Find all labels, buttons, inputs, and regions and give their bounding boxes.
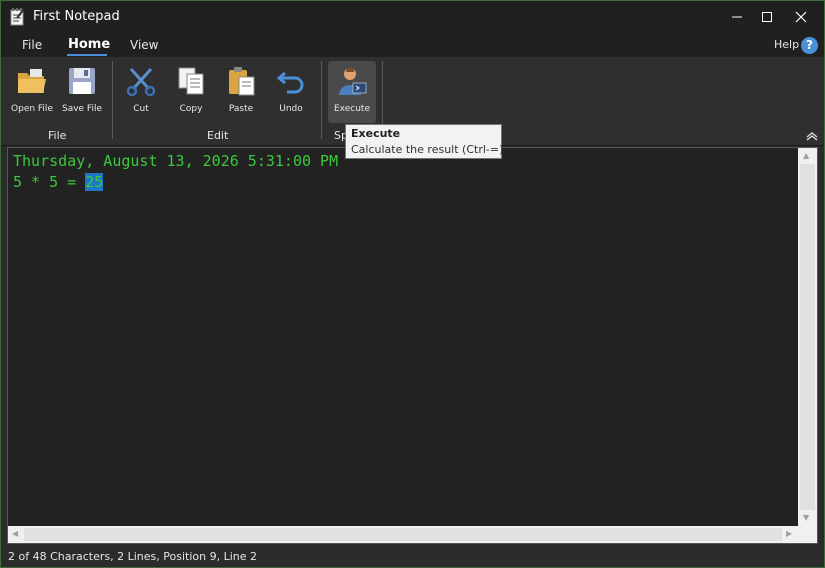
scissors-icon: [126, 67, 156, 97]
minimize-button[interactable]: [720, 1, 754, 33]
scroll-up-icon[interactable]: ▲: [803, 152, 809, 160]
horizontal-scroll-thumb[interactable]: [24, 528, 782, 541]
undo-button[interactable]: Undo: [267, 61, 315, 123]
scrollbar-corner: [798, 526, 817, 543]
status-text: 2 of 48 Characters, 2 Lines, Position 9,…: [8, 550, 257, 563]
scroll-down-icon[interactable]: ▼: [803, 514, 809, 522]
tab-file[interactable]: File: [22, 38, 42, 52]
undo-icon: [276, 71, 304, 94]
selected-text: 25: [85, 173, 104, 191]
maximize-icon: [762, 12, 772, 22]
minimize-icon: [732, 16, 742, 18]
vertical-scrollbar[interactable]: ▲ ▼: [798, 148, 817, 526]
active-tab-indicator: [67, 54, 107, 56]
horizontal-scrollbar[interactable]: ◀ ▶: [8, 526, 798, 543]
paste-button[interactable]: Paste: [217, 61, 265, 123]
save-file-label: Save File: [61, 104, 102, 114]
copy-button[interactable]: Copy: [167, 61, 215, 123]
scroll-left-icon[interactable]: ◀: [12, 530, 18, 538]
editor-line-2-text: 5 * 5 =: [13, 173, 86, 191]
ribbon-separator: [112, 61, 113, 139]
folder-open-icon: [18, 69, 46, 93]
editor-line-2: 5 * 5 = 25: [13, 172, 793, 193]
help-icon[interactable]: ?: [801, 37, 818, 54]
title-bar[interactable]: First Notepad: [1, 1, 824, 33]
tab-home[interactable]: Home: [68, 37, 110, 52]
execute-button[interactable]: Execute: [328, 61, 376, 123]
window-title: First Notepad: [33, 9, 120, 24]
editor-frame: Thursday, August 13, 2026 5:31:00 PM 5 *…: [7, 147, 818, 544]
notepad-icon: [10, 8, 25, 26]
open-file-button[interactable]: Open File: [8, 61, 56, 123]
maximize-button[interactable]: [750, 1, 784, 33]
undo-label: Undo: [279, 104, 303, 114]
execute-tooltip: Execute Calculate the result (Ctrl-=): [345, 124, 504, 159]
ribbon-separator: [321, 61, 322, 139]
group-label-file: File: [48, 129, 67, 142]
app-window: First Notepad File Home View Help ? Open…: [0, 0, 825, 568]
copy-icon: [178, 67, 204, 95]
group-label-edit: Edit: [207, 129, 229, 142]
chevron-up-icon[interactable]: [806, 131, 818, 141]
cut-button[interactable]: Cut: [117, 61, 165, 123]
clipboard-icon: [229, 67, 255, 96]
help-link[interactable]: Help: [774, 38, 799, 51]
user-terminal-icon: [339, 67, 367, 95]
scroll-right-icon[interactable]: ▶: [786, 530, 792, 538]
save-icon: [69, 68, 95, 94]
save-file-button[interactable]: Save File: [58, 61, 106, 123]
tooltip-title: Execute: [351, 127, 401, 140]
ribbon-tabs: File Home View Help ?: [1, 33, 824, 57]
execute-label: Execute: [334, 104, 370, 114]
tab-view[interactable]: View: [130, 38, 158, 52]
close-button[interactable]: [784, 1, 818, 33]
tooltip-description: Calculate the result (Ctrl-=): [351, 143, 504, 156]
close-icon: [795, 11, 807, 23]
status-bar: 2 of 48 Characters, 2 Lines, Position 9,…: [1, 547, 824, 567]
vertical-scroll-thumb[interactable]: [800, 164, 815, 510]
text-editor[interactable]: Thursday, August 13, 2026 5:31:00 PM 5 *…: [8, 148, 798, 526]
